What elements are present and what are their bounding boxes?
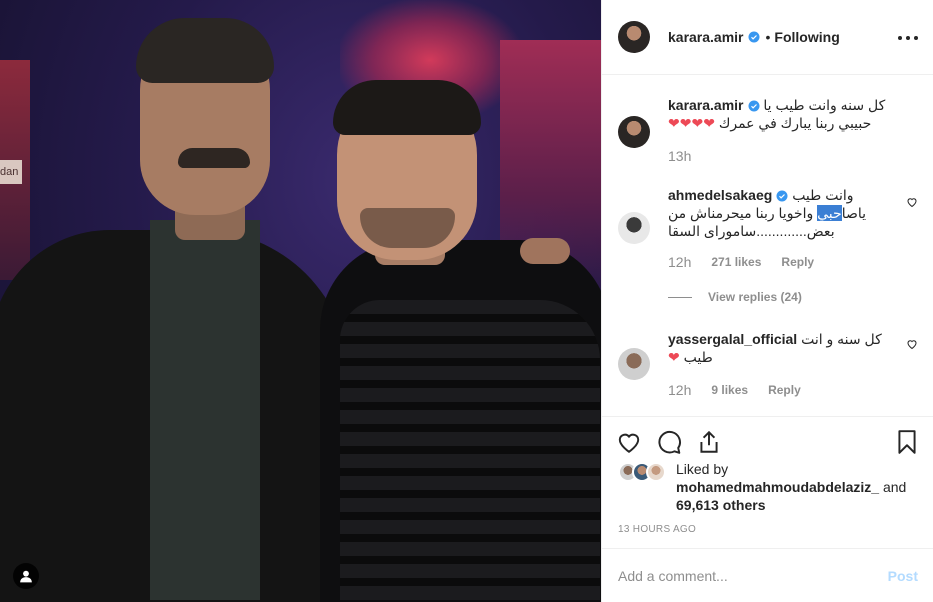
comment-body: yassergalal_official كل سنه و انت ❤ طيب bbox=[668, 330, 898, 366]
caption-avatar[interactable] bbox=[618, 116, 650, 148]
verified-badge-icon bbox=[748, 31, 760, 43]
comment-heart: ❤ bbox=[668, 349, 680, 365]
comment-likes[interactable]: 9 likes bbox=[711, 383, 748, 397]
following-button[interactable]: Following bbox=[774, 29, 839, 45]
comment-input[interactable] bbox=[618, 567, 888, 584]
person-right-beard bbox=[360, 208, 455, 248]
verified-badge-icon bbox=[776, 190, 788, 202]
comment-text-line3: بعض.............ساموراى السقا bbox=[668, 223, 835, 239]
comment-meta: 12h 271 likes Reply bbox=[668, 254, 814, 270]
comment-username[interactable]: ahmedelsakaeg bbox=[668, 187, 772, 203]
caption-text-line1: كل سنه وانت طيب يا bbox=[763, 97, 886, 113]
view-replies-button[interactable]: View replies (24) bbox=[668, 290, 802, 304]
heart-icon[interactable] bbox=[616, 429, 642, 455]
comment-text-line1: وانت طيب bbox=[792, 187, 854, 203]
post-comment-button[interactable]: Post bbox=[888, 568, 918, 584]
caption-time[interactable]: 13h bbox=[668, 148, 691, 164]
caption-text-line2: حبيبي ربنا يبارك في عمرك bbox=[718, 115, 872, 131]
post-side-panel: karara.amir • Following karara.amir كل س… bbox=[601, 0, 933, 602]
post-timestamp[interactable]: 13 HOURS AGO bbox=[618, 524, 696, 535]
comment-item: yassergalal_official كل سنه و انت ❤ طيب … bbox=[618, 330, 918, 410]
comment-text-line2-post: واخويا ربنا ميحرمناش من bbox=[668, 205, 818, 221]
comment-reply-button[interactable]: Reply bbox=[781, 255, 814, 269]
liker-username[interactable]: mohamedmahmoudabdelaziz_ bbox=[676, 479, 879, 495]
header-separator: • bbox=[765, 29, 771, 45]
caption-meta: 13h bbox=[668, 148, 691, 164]
likes-and: and bbox=[882, 479, 907, 495]
background-sign: dan bbox=[0, 160, 22, 184]
comment-username[interactable]: yassergalal_official bbox=[668, 331, 797, 347]
post-photo[interactable]: dan bbox=[0, 0, 601, 602]
likes-text: Liked by mohamedmahmoudabdelaziz_ and 69… bbox=[676, 460, 906, 514]
comment-text-selection: حبي bbox=[817, 205, 842, 221]
heart-icon[interactable] bbox=[906, 338, 918, 350]
comments-list[interactable]: karara.amir كل سنه وانت طيب يا ❤❤❤❤ حبيب… bbox=[602, 76, 933, 415]
comment-text-line2: طيب bbox=[683, 349, 713, 365]
comment-icon[interactable] bbox=[656, 429, 682, 455]
comment-time[interactable]: 12h bbox=[668, 254, 691, 270]
bookmark-icon[interactable] bbox=[894, 429, 920, 455]
post-header: karara.amir • Following bbox=[602, 0, 933, 75]
verified-badge-icon bbox=[748, 100, 760, 112]
comment-avatar[interactable] bbox=[618, 348, 650, 380]
person-right-puffer bbox=[340, 300, 600, 600]
person-right-hair bbox=[333, 80, 481, 135]
likes-prefix: Liked by bbox=[676, 461, 729, 477]
add-comment-bar: Post bbox=[602, 548, 933, 602]
share-icon[interactable] bbox=[696, 429, 722, 455]
view-replies-label: View replies (24) bbox=[708, 290, 802, 304]
person-left-hair bbox=[136, 18, 274, 83]
user-tag-icon bbox=[20, 570, 32, 583]
comment-body: ahmedelsakaeg وانت طيب ياصاحبي واخويا رب… bbox=[668, 186, 898, 240]
comment-reply-button[interactable]: Reply bbox=[768, 383, 801, 397]
user-tag-button[interactable] bbox=[13, 563, 39, 589]
comment-text-line1: كل سنه و انت bbox=[801, 331, 882, 347]
heart-icon[interactable] bbox=[906, 196, 918, 208]
comment-meta: 12h 9 likes Reply bbox=[668, 382, 801, 398]
action-bar bbox=[602, 416, 933, 458]
comment-likes[interactable]: 271 likes bbox=[711, 255, 761, 269]
replies-divider bbox=[668, 296, 692, 298]
caption-username[interactable]: karara.amir bbox=[668, 97, 744, 113]
person-left-mustache bbox=[178, 148, 250, 168]
person-left-shirt bbox=[150, 220, 260, 600]
comment-time[interactable]: 12h bbox=[668, 382, 691, 398]
caption-hearts: ❤❤❤❤ bbox=[668, 115, 715, 131]
more-options-icon[interactable] bbox=[898, 28, 918, 48]
comment-item: ahmedelsakaeg وانت طيب ياصاحبي واخويا رب… bbox=[618, 186, 918, 296]
caption-body: karara.amir كل سنه وانت طيب يا ❤❤❤❤ حبيب… bbox=[668, 96, 898, 132]
author-username[interactable]: karara.amir bbox=[668, 29, 744, 45]
caption: karara.amir كل سنه وانت طيب يا ❤❤❤❤ حبيب… bbox=[618, 96, 918, 176]
comment-avatar[interactable] bbox=[618, 212, 650, 244]
comment-text-line2-pre: ياصا bbox=[841, 205, 867, 221]
hand-on-shoulder bbox=[520, 238, 570, 264]
author-avatar[interactable] bbox=[618, 21, 650, 53]
liker-avatar[interactable] bbox=[646, 462, 666, 482]
likes-summary: Liked by mohamedmahmoudabdelaziz_ and 69… bbox=[618, 458, 918, 518]
likes-others-link[interactable]: 69,613 others bbox=[676, 497, 766, 513]
